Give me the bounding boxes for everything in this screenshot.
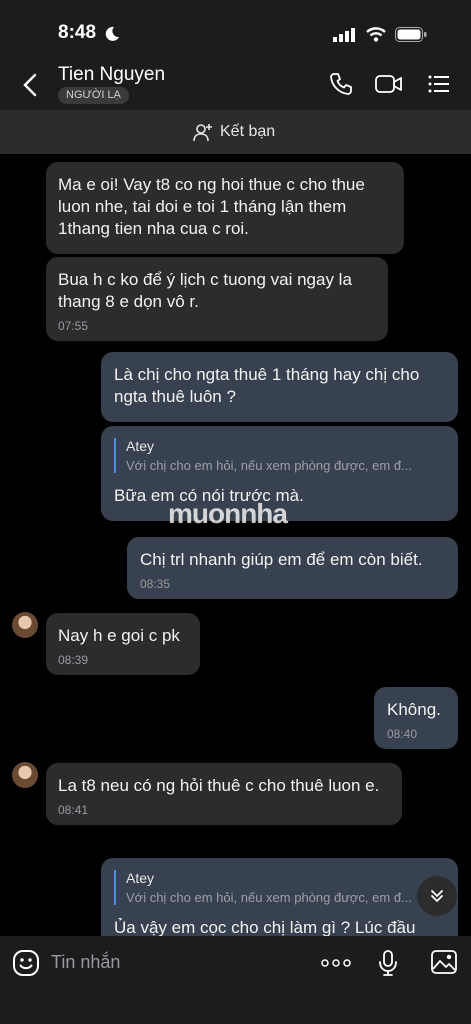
add-friend-icon [193,124,212,142]
reply-quote[interactable]: Atey Với chị cho em hỏi, nếu xem phòng đ… [114,438,446,473]
message-bubble[interactable]: Không. 08:40 [374,687,458,749]
image-icon[interactable] [430,949,458,975]
scroll-down-button[interactable] [417,876,457,916]
avatar[interactable] [12,612,38,638]
add-friend-bar: Kết bạn [0,110,471,154]
message-time: 07:55 [58,319,89,333]
status-time: 8:48 [58,22,97,43]
chat-header: Tien Nguyen NGƯỜI LẠ [0,60,471,110]
message-bubble[interactable]: La t8 neu có ng hỏi thuê c cho thuê luon… [46,763,402,825]
quote-text: Với chị cho em hỏi, nếu xem phòng được, … [126,458,412,473]
signal-icon [333,28,355,42]
stranger-badge: NGƯỜI LẠ [58,87,129,104]
message-text: Ủa vậy em cọc cho chị làm gì ? Lúc đầu [114,918,416,936]
message-text: Nay h e goi c pk [58,626,180,645]
chat-messages[interactable]: Ma e oi! Vay t8 co ng hoi thue c cho thu… [0,154,471,936]
add-friend-button[interactable]: Kết bạn [193,121,275,143]
message-text: La t8 neu có ng hỏi thuê c cho thuê luon… [58,776,380,795]
status-bar: 8:48 [0,0,471,60]
avatar[interactable] [12,762,38,788]
message-input-bar: Tin nhắn [0,936,471,1024]
moon-icon [105,26,119,41]
message-bubble[interactable]: Chị trl nhanh giúp em để em còn biết. 08… [127,537,458,599]
menu-list-icon[interactable] [427,72,451,96]
sticker-icon[interactable] [12,949,40,977]
add-friend-label: Kết bạn [220,123,276,140]
message-bubble[interactable]: Nay h e goi c pk 08:39 [46,613,200,675]
more-dots-icon[interactable] [321,959,351,967]
message-input[interactable]: Tin nhắn [51,952,120,973]
mic-icon[interactable] [378,949,398,977]
message-text: Chị trl nhanh giúp em để em còn biết. [140,550,423,569]
phone-icon[interactable] [329,72,353,96]
watermark-logo: muonnha [168,498,288,529]
back-chevron-icon[interactable] [22,73,38,97]
message-text: Không. [387,700,441,719]
wifi-icon [366,27,386,42]
reply-quote[interactable]: Atey Với chị cho em hỏi, nếu xem phòng đ… [114,870,446,905]
quote-text: Với chị cho em hỏi, nếu xem phòng được, … [126,890,412,905]
message-text: Bua h c ko để ý lịch c tuong vai ngay la… [58,270,352,311]
message-bubble[interactable]: Bua h c ko để ý lịch c tuong vai ngay la… [46,257,388,341]
message-bubble[interactable]: Ma e oi! Vay t8 co ng hoi thue c cho thu… [46,162,404,254]
video-icon[interactable] [375,72,403,96]
message-time: 08:41 [58,803,89,817]
quote-author: Atey [126,438,155,454]
scroll-down-icon [431,890,443,902]
quote-author: Atey [126,870,155,886]
message-bubble[interactable]: Là chị cho ngta thuê 1 tháng hay chị cho… [101,352,458,422]
message-time: 08:40 [387,727,418,741]
contact-name[interactable]: Tien Nguyen [58,64,165,86]
message-text: Là chị cho ngta thuê 1 tháng hay chị cho… [114,365,420,406]
message-time: 08:35 [140,577,171,591]
message-text: Ma e oi! Vay t8 co ng hoi thue c cho thu… [58,175,365,238]
reply-message-bubble[interactable]: Atey Với chị cho em hỏi, nếu xem phòng đ… [101,858,458,936]
message-time: 08:39 [58,653,89,667]
battery-icon [395,27,427,42]
